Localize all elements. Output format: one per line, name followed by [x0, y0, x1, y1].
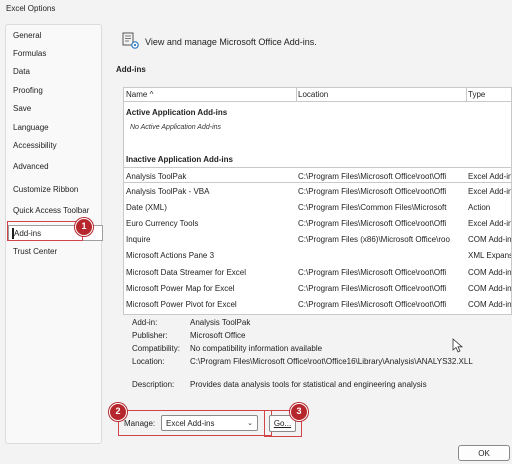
- cell-type: Excel Add-in: [468, 187, 512, 196]
- sidebar-item-data[interactable]: Data: [13, 67, 30, 76]
- cell-type: COM Add-in: [468, 268, 512, 277]
- table-row[interactable]: Analysis ToolPak - VBA C:\Program Files\…: [124, 183, 512, 199]
- mouse-cursor-icon: [452, 338, 464, 353]
- cell-type: Excel Add-in: [468, 219, 512, 228]
- annotation-badge-3: 3: [290, 403, 308, 421]
- column-divider[interactable]: [296, 88, 297, 101]
- cell-type: COM Add-in: [468, 284, 512, 293]
- cell-type: Excel Add-in: [468, 172, 512, 181]
- detail-value-description: Provides data analysis tools for statist…: [190, 380, 427, 389]
- detail-label-publisher: Publisher:: [132, 331, 168, 340]
- cell-type: XML Expansion: [468, 251, 511, 260]
- table-row[interactable]: Microsoft Power Map for Excel C:\Program…: [124, 280, 512, 296]
- annotation-badge-2: 2: [109, 403, 127, 421]
- annotation-highlight-manage: [118, 410, 272, 436]
- detail-label-location: Location:: [132, 357, 165, 366]
- detail-value-publisher: Microsoft Office: [190, 331, 246, 340]
- group-title-inactive: Inactive Application Add-ins: [126, 155, 233, 164]
- ok-button[interactable]: OK: [458, 445, 510, 461]
- column-divider[interactable]: [466, 88, 467, 101]
- add-ins-gear-icon: [122, 32, 139, 49]
- window-title: Excel Options: [6, 4, 56, 13]
- column-header-name[interactable]: Name ^: [126, 90, 153, 99]
- cell-location: C:\Program Files\Microsoft Office\root\O…: [298, 268, 447, 277]
- cell-location: C:\Program Files\Microsoft Office\root\O…: [298, 300, 447, 309]
- section-title: Add-ins: [116, 65, 146, 74]
- table-row[interactable]: Date (XML) C:\Program Files\Common Files…: [124, 199, 511, 215]
- table-row[interactable]: Euro Currency Tools C:\Program Files\Mic…: [124, 215, 512, 231]
- cell-location: C:\Program Files\Microsoft Office\root\O…: [298, 187, 447, 196]
- detail-label-add-in: Add-in:: [132, 318, 158, 327]
- page-heading: View and manage Microsoft Office Add-ins…: [145, 37, 317, 47]
- group-title-active: Active Application Add-ins: [126, 108, 228, 117]
- cell-location: C:\Program Files\Microsoft Office\root\O…: [298, 284, 447, 293]
- column-header-type[interactable]: Type: [468, 90, 485, 99]
- cell-name: Inquire: [126, 235, 151, 244]
- cell-type: COM Add-in: [468, 235, 512, 244]
- cell-type: Action: [468, 203, 491, 212]
- cell-name: Analysis ToolPak: [126, 172, 187, 181]
- detail-label-description: Description:: [132, 380, 175, 389]
- sidebar-item-save[interactable]: Save: [13, 104, 31, 113]
- empty-active-message: No Active Application Add-ins: [130, 124, 222, 131]
- table-header: Name ^ Location Type: [124, 88, 511, 102]
- sidebar-item-proofing[interactable]: Proofing: [13, 86, 43, 95]
- cell-name: Analysis ToolPak - VBA: [126, 187, 210, 196]
- cell-name: Microsoft Data Streamer for Excel: [126, 268, 247, 277]
- annotation-badge-1: 1: [75, 218, 93, 236]
- sidebar-item-accessibility[interactable]: Accessibility: [13, 141, 57, 150]
- annotation-highlight-add-ins: [7, 221, 83, 241]
- cell-name: Microsoft Power Pivot for Excel: [126, 300, 237, 309]
- cell-type: COM Add-in: [468, 300, 512, 309]
- detail-value-compatibility: No compatibility information available: [190, 344, 323, 353]
- sidebar-item-general[interactable]: General: [13, 31, 41, 40]
- cell-location: C:\Program Files\Common Files\Microsoft: [298, 203, 447, 212]
- cell-location: C:\Program Files\Microsoft Office\root\O…: [298, 172, 447, 181]
- cell-name: Microsoft Actions Pane 3: [126, 251, 215, 260]
- detail-value-add-in: Analysis ToolPak: [190, 318, 251, 327]
- add-ins-table[interactable]: Name ^ Location Type Active Application …: [123, 87, 512, 315]
- cell-name: Date (XML): [126, 203, 167, 212]
- column-header-location[interactable]: Location: [298, 90, 328, 99]
- detail-label-compatibility: Compatibility:: [132, 344, 181, 353]
- cell-location: C:\Program Files (x86)\Microsoft Office\…: [298, 235, 450, 244]
- sidebar-item-advanced[interactable]: Advanced: [13, 162, 49, 171]
- table-row[interactable]: Inquire C:\Program Files (x86)\Microsoft…: [124, 231, 512, 247]
- sidebar-item-formulas[interactable]: Formulas: [13, 49, 46, 58]
- sidebar-item-customize-ribbon[interactable]: Customize Ribbon: [13, 185, 78, 194]
- cell-name: Euro Currency Tools: [126, 219, 199, 228]
- table-row[interactable]: Analysis ToolPak C:\Program Files\Micros…: [124, 167, 512, 183]
- table-row[interactable]: Microsoft Actions Pane 3 XML Expansion: [124, 247, 511, 263]
- table-row[interactable]: Microsoft Power Pivot for Excel C:\Progr…: [124, 296, 512, 312]
- sidebar-item-quick-access-toolbar[interactable]: Quick Access Toolbar: [13, 206, 89, 215]
- table-row[interactable]: Microsoft Data Streamer for Excel C:\Pro…: [124, 264, 512, 280]
- sidebar-item-trust-center[interactable]: Trust Center: [13, 247, 57, 256]
- cell-location: C:\Program Files\Microsoft Office\root\O…: [298, 219, 447, 228]
- sidebar-item-language[interactable]: Language: [13, 123, 49, 132]
- detail-value-location: C:\Program Files\Microsoft Office\root\O…: [190, 357, 473, 366]
- cell-name: Microsoft Power Map for Excel: [126, 284, 235, 293]
